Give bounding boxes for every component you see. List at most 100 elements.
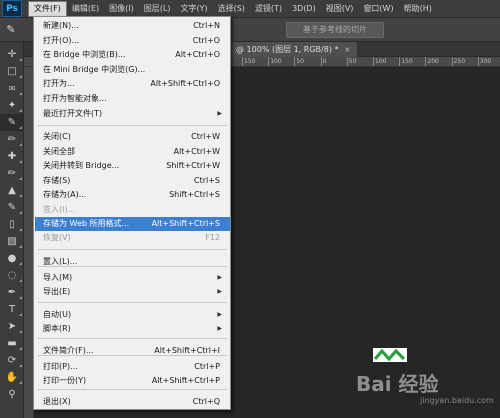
menu-item-revert: 恢复(V) F12 xyxy=(35,231,230,245)
menu-separator xyxy=(38,338,227,339)
menu-item-open-as-smart-object[interactable]: 打开为智能对象... xyxy=(35,92,230,106)
submenu-arrow-icon: ▶ xyxy=(217,110,222,117)
menu-item-label: 关闭并转到 Bridge... xyxy=(43,161,120,170)
3d-rotate-tool-icon[interactable]: ⟳ xyxy=(0,352,24,369)
menu-help[interactable]: 帮助(H) xyxy=(399,0,437,18)
menu-item-shortcut: Alt+Shift+Ctrl+P xyxy=(151,376,220,385)
history-brush-tool-icon[interactable]: ✎ xyxy=(0,199,24,216)
menu-image[interactable]: 图像(I) xyxy=(104,0,139,18)
slice-tool-icon[interactable]: ✎ xyxy=(0,114,24,131)
menu-item-browse-in-mini-bridge[interactable]: 在 Mini Bridge 中浏览(G)... xyxy=(35,63,230,77)
watermark-url: jingyan.baidu.com xyxy=(420,396,494,405)
healing-brush-tool-icon[interactable]: ✚ xyxy=(0,148,24,165)
ruler-label: 50 xyxy=(348,58,357,65)
menu-item-shortcut: Ctrl+S xyxy=(193,176,220,185)
quick-select-tool-icon[interactable]: ✦ xyxy=(0,97,24,114)
marquee-tool-icon[interactable]: □ xyxy=(0,63,24,80)
zoom-tool-icon[interactable]: ⚲ xyxy=(0,386,24,403)
menu-item-import[interactable]: 导入(M) ▶ xyxy=(35,271,230,285)
brush-tool-icon[interactable]: ✏ xyxy=(0,165,24,182)
menu-item-label: 新建(N)... xyxy=(43,21,79,30)
menu-item-scripts[interactable]: 脚本(R) ▶ xyxy=(35,322,230,336)
ruler-label: 0 xyxy=(322,58,327,65)
menu-layer[interactable]: 图层(L) xyxy=(139,0,176,18)
clone-stamp-tool-icon[interactable]: ▲ xyxy=(0,182,24,199)
eyedropper-tool-icon[interactable]: ✏ xyxy=(0,131,24,148)
pen-tool-icon[interactable]: ✒ xyxy=(0,284,24,301)
slices-from-guides-button[interactable]: 基于参考线的切片 xyxy=(286,22,384,38)
ruler-label: 300 xyxy=(479,58,492,65)
menu-item-close-and-go-to-bridge[interactable]: 关闭并转到 Bridge... Shift+Ctrl+W xyxy=(35,159,230,173)
submenu-arrow-icon: ▶ xyxy=(217,325,222,332)
hand-tool-icon[interactable]: ✋ xyxy=(0,369,24,386)
menu-item-label: 打开为智能对象... xyxy=(43,94,107,103)
menu-view[interactable]: 视图(V) xyxy=(321,0,359,18)
ruler-tick xyxy=(320,57,322,66)
menu-item-print-one-copy[interactable]: 打印一份(Y) Alt+Shift+Ctrl+P xyxy=(35,374,230,388)
gradient-tool-icon[interactable]: ▧ xyxy=(0,233,24,250)
menu-filter[interactable]: 滤镜(T) xyxy=(250,0,287,18)
eraser-tool-icon[interactable]: ▯ xyxy=(0,216,24,233)
menu-item-automate[interactable]: 自动(U) ▶ xyxy=(35,308,230,322)
photoshop-window: Ps 文件(F) 编辑(E) 图像(I) 图层(L) 文字(Y) 选择(S) 滤… xyxy=(0,0,500,418)
move-tool-icon[interactable]: ✛ xyxy=(0,46,24,63)
ruler-tick xyxy=(451,57,453,66)
menu-item-shortcut: Ctrl+N xyxy=(193,21,220,30)
menu-type[interactable]: 文字(Y) xyxy=(175,0,212,18)
blur-tool-icon[interactable]: ● xyxy=(0,250,24,267)
menu-item-label: 恢复(V) xyxy=(43,233,71,242)
menu-item-new[interactable]: 新建(N)... Ctrl+N xyxy=(35,19,230,33)
menu-item-label: 退出(X) xyxy=(43,397,71,406)
slice-tool-icon[interactable]: ✎ xyxy=(4,23,18,37)
menu-item-open-as[interactable]: 打开为... Alt+Shift+Ctrl+O xyxy=(35,77,230,91)
menu-item-open[interactable]: 打开(O)... Ctrl+O xyxy=(35,34,230,48)
menu-item-label: 自动(U) xyxy=(43,310,72,319)
menu-item-browse-in-bridge[interactable]: 在 Bridge 中浏览(B)... Alt+Ctrl+O xyxy=(35,48,230,62)
ruler-tick xyxy=(399,57,401,66)
menu-item-label: 打印(P)... xyxy=(43,362,78,371)
menu-separator xyxy=(38,125,227,126)
ruler-label: 100 xyxy=(375,58,387,65)
menu-file[interactable]: 文件(F) xyxy=(28,0,67,17)
menu-item-close[interactable]: 关闭(C) Ctrl+W xyxy=(35,130,230,144)
path-selection-tool-icon[interactable]: ➤ xyxy=(0,318,24,335)
baidu-jingyan-watermark: Bai 经验 jingyan.baidu.com xyxy=(356,360,496,414)
menu-item-shortcut: Ctrl+P xyxy=(194,362,220,371)
menu-item-open-recent[interactable]: 最近打开文件(T) ▶ xyxy=(35,107,230,121)
menu-3d[interactable]: 3D(D) xyxy=(287,0,321,18)
menu-separator xyxy=(38,302,227,303)
shape-tool-icon[interactable]: ▬ xyxy=(0,335,24,352)
menu-item-shortcut: Ctrl+W xyxy=(191,132,220,141)
menu-item-save-for-web[interactable]: 存储为 Web 所用格式... Alt+Shift+Ctrl+S xyxy=(35,217,230,231)
type-tool-icon[interactable]: T xyxy=(0,301,24,318)
menu-select[interactable]: 选择(S) xyxy=(213,0,250,18)
file-menu-dropdown: 新建(N)... Ctrl+N 打开(O)... Ctrl+O 在 Bridge 中浏览… xyxy=(33,16,231,410)
ruler-tick xyxy=(294,57,296,66)
dodge-tool-icon[interactable]: ◌ xyxy=(0,267,24,284)
menu-item-export[interactable]: 导出(E) ▶ xyxy=(35,285,230,299)
submenu-arrow-icon: ▶ xyxy=(217,274,222,281)
menu-item-save[interactable]: 存储(S) Ctrl+S xyxy=(35,174,230,188)
lasso-tool-icon[interactable]: ∞ xyxy=(0,80,24,97)
menu-item-exit[interactable]: 退出(X) Ctrl+Q xyxy=(35,395,230,409)
menu-item-shortcut: F12 xyxy=(205,233,220,242)
menu-window[interactable]: 窗口(W) xyxy=(358,0,398,18)
photoshop-logo: Ps xyxy=(2,0,22,17)
menu-item-shortcut: Alt+Shift+Ctrl+O xyxy=(150,79,220,88)
close-tab-icon[interactable]: × xyxy=(344,45,351,54)
menu-item-shortcut: Alt+Ctrl+O xyxy=(175,50,220,59)
menu-item-save-as[interactable]: 存储为(A)... Shift+Ctrl+S xyxy=(35,188,230,202)
menu-separator xyxy=(38,389,227,390)
ruler-label: 100 xyxy=(270,58,282,65)
menu-item-label: 导入(M) xyxy=(43,273,73,282)
submenu-arrow-icon: ▶ xyxy=(217,311,222,318)
menu-item-print[interactable]: 打印(P)... Ctrl+P xyxy=(35,360,230,374)
menu-item-label: 脚本(R) xyxy=(43,324,71,333)
menu-item-shortcut: Shift+Ctrl+W xyxy=(166,161,220,170)
document-tab[interactable]: @ 100% (图层 1, RGB/8) * × xyxy=(230,42,357,57)
menu-item-close-all[interactable]: 关闭全部 Alt+Ctrl+W xyxy=(35,145,230,159)
menu-item-label: 签入(I)... xyxy=(43,205,76,214)
menu-item-label: 关闭全部 xyxy=(43,147,75,156)
menu-edit[interactable]: 编辑(E) xyxy=(67,0,104,18)
ruler-tick xyxy=(425,57,427,66)
